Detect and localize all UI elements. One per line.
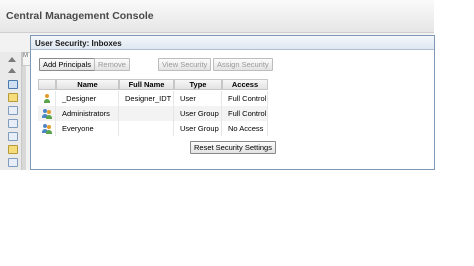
- user-group-icon: [42, 109, 52, 119]
- cell-full-name: [119, 121, 174, 136]
- cell-name: _Designer: [56, 91, 119, 106]
- scroll-up-button-2[interactable]: [7, 66, 17, 75]
- table-row[interactable]: Everyone User Group No Access: [38, 121, 268, 136]
- cell-type: User Group: [174, 106, 222, 121]
- column-header-type[interactable]: Type: [174, 79, 222, 90]
- console-title: Central Management Console: [6, 10, 154, 22]
- remove-button[interactable]: Remove: [94, 58, 130, 71]
- assign-security-button[interactable]: Assign Security: [213, 58, 273, 71]
- user-icon: [42, 94, 52, 104]
- cell-type: User Group: [174, 121, 222, 136]
- column-header-access[interactable]: Access: [222, 79, 268, 90]
- user-security-dialog: User Security: Inboxes Add Principals Re…: [30, 35, 435, 170]
- scroll-up-button[interactable]: [7, 55, 17, 64]
- cell-name: Administrators: [56, 106, 119, 121]
- left-navigation-rail: [0, 52, 22, 170]
- add-principals-button[interactable]: Add Principals: [39, 58, 95, 71]
- list-nav-icon[interactable]: [8, 132, 18, 141]
- view-security-button[interactable]: View Security: [158, 58, 212, 71]
- dialog-titlebar[interactable]: User Security: Inboxes: [31, 36, 434, 50]
- report-nav-icon[interactable]: [8, 119, 18, 128]
- row-icon-cell: [38, 121, 56, 136]
- table-row[interactable]: Administrators User Group Full Control: [38, 106, 268, 121]
- folder-nav-icon[interactable]: [8, 93, 18, 102]
- cell-name: Everyone: [56, 121, 119, 136]
- column-header-full-name[interactable]: Full Name: [119, 79, 174, 90]
- dialog-title: User Security: Inboxes: [35, 39, 122, 48]
- cell-full-name: Designer_IDT: [119, 91, 174, 106]
- console-header: Central Management Console: [0, 0, 434, 33]
- user-group-icon: [42, 124, 52, 134]
- column-header-name[interactable]: Name: [56, 79, 119, 90]
- row-icon-cell: [38, 91, 56, 106]
- users-nav-icon[interactable]: [8, 80, 18, 89]
- cell-type: User: [174, 91, 222, 106]
- table-row[interactable]: _Designer Designer_IDT User Full Control: [38, 91, 268, 106]
- reset-security-settings-button[interactable]: Reset Security Settings: [190, 141, 276, 154]
- cell-access: Full Control: [222, 91, 268, 106]
- settings-folder-nav-icon[interactable]: [8, 145, 18, 154]
- page-nav-icon[interactable]: [8, 158, 18, 167]
- rail-splitter[interactable]: [22, 52, 26, 170]
- cell-access: No Access: [222, 121, 268, 136]
- row-icon-cell: [38, 106, 56, 121]
- column-header-icon: [38, 79, 56, 90]
- document-nav-icon[interactable]: [8, 106, 18, 115]
- cell-access: Full Control: [222, 106, 268, 121]
- arrow-up-icon: [8, 68, 16, 73]
- arrow-up-icon: [8, 57, 16, 62]
- cell-full-name: [119, 106, 174, 121]
